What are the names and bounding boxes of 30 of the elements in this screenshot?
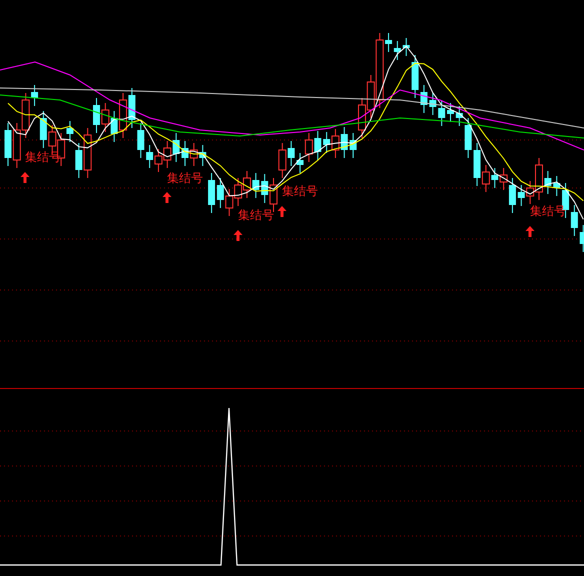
candlestick (234, 178, 242, 206)
candlestick (331, 128, 340, 158)
candlestick (447, 102, 454, 122)
candlestick (456, 106, 463, 126)
signal-label: 集结号 (25, 150, 61, 164)
candlestick (429, 92, 436, 116)
candlestick (402, 38, 410, 56)
candlestick (154, 148, 162, 172)
candlestick (464, 118, 472, 158)
signal-label: 集结号 (282, 184, 318, 198)
up-arrow-icon (278, 206, 286, 217)
candlestick (242, 170, 251, 198)
candlestick (190, 142, 198, 166)
candlestick (580, 224, 584, 252)
candlestick (225, 188, 234, 216)
up-arrow-icon (20, 172, 30, 183)
candlestick (553, 176, 560, 196)
up-arrow-icon (162, 192, 172, 203)
candlestick (163, 140, 172, 168)
candlestick (278, 142, 286, 178)
candlestick (438, 100, 446, 126)
signal-label: 集结号 (238, 208, 274, 222)
candlestick (12, 122, 21, 168)
candlestick (84, 128, 92, 178)
signal-label: 集结号 (167, 171, 203, 185)
candlestick (101, 102, 110, 132)
up-arrow-icon (526, 226, 534, 237)
candlestick (137, 122, 144, 158)
candlestick (304, 132, 313, 162)
up-arrow-icon (234, 230, 242, 241)
